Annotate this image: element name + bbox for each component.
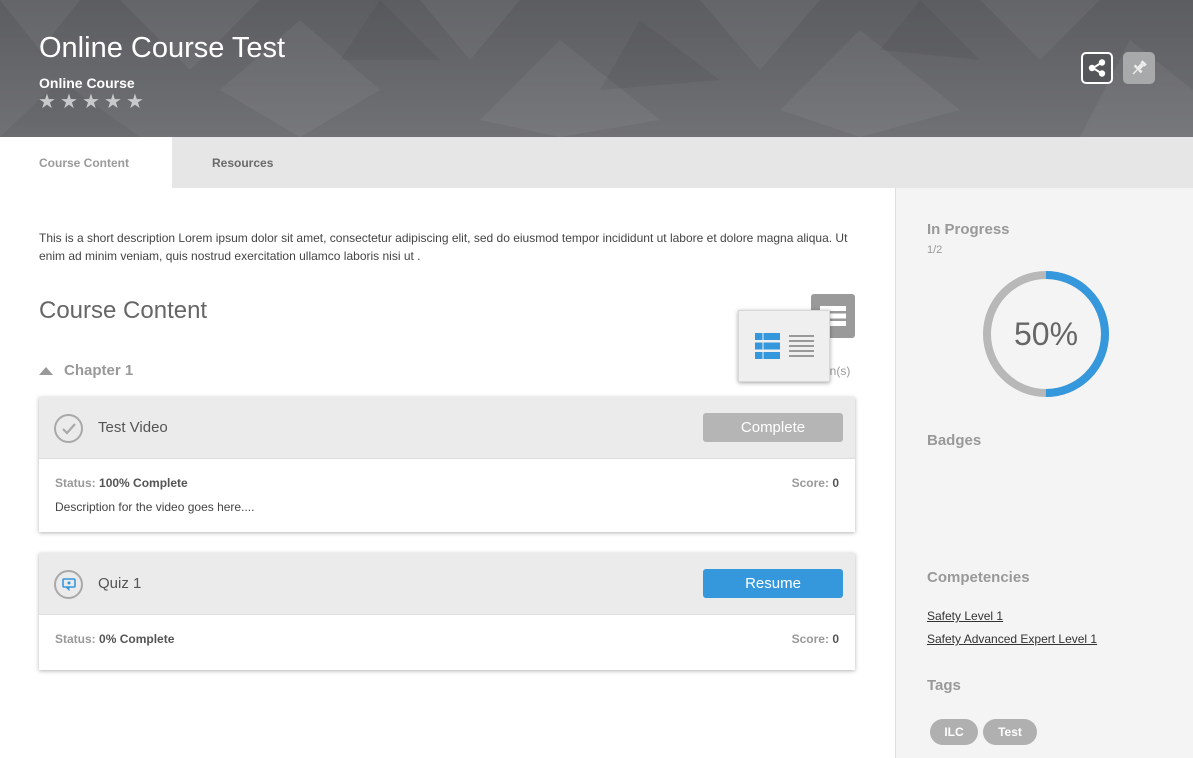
lesson-status: Status: 100% Complete — [55, 476, 188, 490]
score-value: 0 — [832, 476, 839, 490]
star-icon[interactable]: ★ — [60, 89, 82, 114]
view-mode-popup — [738, 310, 830, 382]
progress-percent: 50% — [1014, 316, 1078, 352]
course-sidebar: In Progress 1/2 50% Badges Competencies … — [895, 188, 1193, 758]
pin-button[interactable] — [1123, 52, 1155, 84]
status-value: 0% Complete — [99, 632, 175, 646]
status-label: Status: — [55, 632, 96, 646]
tab-course-content[interactable]: Course Content — [0, 137, 172, 188]
lesson-status: Status: 0% Complete — [55, 632, 174, 646]
lesson-card: Quiz 1 Resume Status: 0% Complete Score:… — [39, 553, 855, 670]
tag-chip[interactable]: ILC — [930, 719, 978, 745]
score-value: 0 — [832, 632, 839, 646]
progress-fraction: 1/2 — [927, 244, 943, 256]
lesson-card: Test Video Complete Status: 100% Complet… — [39, 397, 855, 532]
star-icon[interactable]: ★ — [82, 89, 104, 114]
pin-icon — [1132, 60, 1147, 75]
course-title: Online Course Test — [39, 32, 286, 64]
course-description: This is a short description Lorem ipsum … — [39, 231, 848, 263]
score-label: Score: — [791, 476, 829, 490]
status-value: 100% Complete — [99, 476, 188, 490]
lesson-title[interactable]: Quiz 1 — [98, 575, 141, 592]
share-button[interactable] — [1081, 52, 1113, 84]
compact-view-icon[interactable] — [789, 335, 814, 357]
chapter-toggle[interactable]: Chapter 1 — [39, 362, 133, 379]
caret-up-icon — [39, 366, 53, 375]
chapter-title: Chapter 1 — [64, 362, 134, 379]
lesson-score: Score: 0 — [792, 632, 839, 646]
quiz-icon — [54, 570, 83, 599]
star-icon[interactable]: ★ — [126, 89, 148, 114]
tags-heading: Tags — [927, 677, 961, 694]
section-title: Course Content — [39, 297, 208, 324]
progress-donut: 50% — [983, 271, 1109, 397]
lesson-title[interactable]: Test Video — [98, 419, 168, 436]
completed-check-icon — [54, 414, 83, 443]
tab-resources[interactable]: Resources — [212, 137, 273, 188]
star-icon[interactable]: ★ — [104, 89, 126, 114]
tab-bar: Course Content Resources — [0, 137, 1193, 188]
badges-heading: Badges — [927, 432, 982, 449]
header-background-pattern — [0, 0, 1193, 137]
competency-link[interactable]: Safety Advanced Expert Level 1 — [927, 632, 1097, 646]
share-icon — [1088, 59, 1106, 77]
lesson-card-header: Test Video Complete — [39, 397, 855, 459]
resume-button[interactable]: Resume — [703, 569, 843, 598]
progress-heading: In Progress — [927, 221, 1010, 238]
competency-link[interactable]: Safety Level 1 — [927, 609, 1003, 623]
competencies-heading: Competencies — [927, 569, 1030, 586]
expanded-view-icon[interactable] — [755, 333, 780, 359]
tag-chip[interactable]: Test — [983, 719, 1037, 745]
star-rating[interactable]: ★ ★ ★ ★ ★ — [38, 89, 148, 114]
lesson-card-header: Quiz 1 Resume — [39, 553, 855, 615]
star-icon[interactable]: ★ — [38, 89, 60, 114]
lesson-description: Description for the video goes here.... — [55, 500, 255, 514]
status-label: Status: — [55, 476, 96, 490]
score-label: Score: — [791, 632, 829, 646]
lesson-score: Score: 0 — [792, 476, 839, 490]
course-header: Online Course Test Online Course ★ ★ ★ ★ ★ — [0, 0, 1193, 137]
complete-button[interactable]: Complete — [703, 413, 843, 442]
